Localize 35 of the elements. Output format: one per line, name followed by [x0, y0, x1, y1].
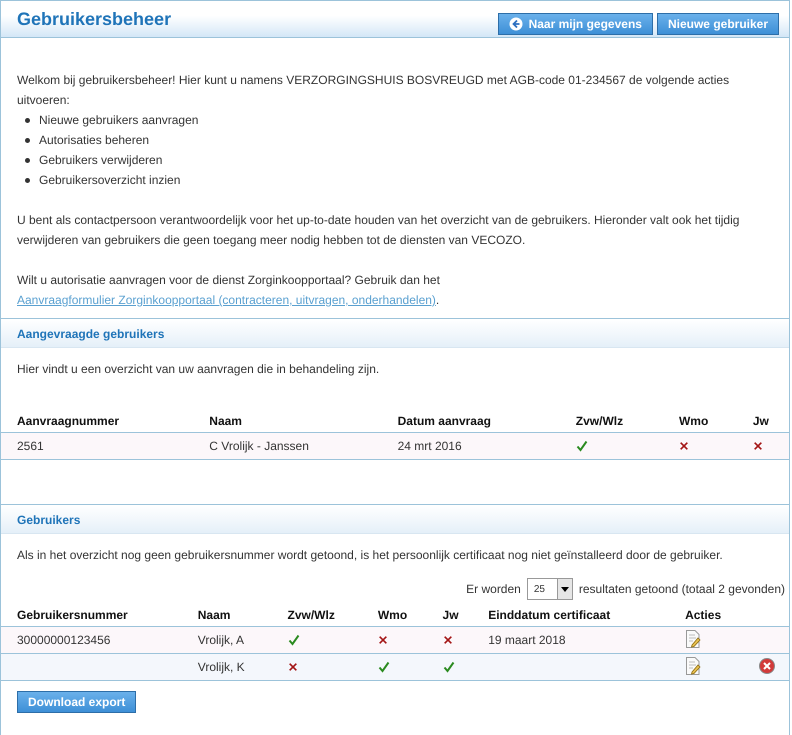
action-list-item: Nieuwe gebruikers aanvragen [39, 112, 198, 129]
download-export-button[interactable]: Download export [17, 691, 136, 713]
section-description: Hier vindt u een overzicht van uw aanvragen die in behandeling zijn. [17, 362, 380, 376]
back-button[interactable]: Naar mijn gegevens [498, 13, 653, 35]
section-title: Gebruikers [17, 513, 82, 527]
table-cell: Vrolijk, K [182, 654, 272, 680]
action-list-item: Gebruikersoverzicht inzien [39, 172, 180, 189]
authorization-text: Wilt u autorisatie aanvragen voor de dienst Zorginkoopportaal? Gebruik dan het Aanvraagformulier Zorginkoopportaal (contracteren, uitvragen, onderhandelen). [17, 272, 441, 309]
application-form-link[interactable]: Aanvraagformulier Zorginkoopportaal (contracteren, uitvragen, onderhandelen) [17, 293, 436, 307]
table-cell: 19 maart 2018 [488, 633, 566, 647]
section-description: Als in het overzicht nog geen gebruikersnummer wordt getoond, is het persoonlijk certificaat nog niet geïnstalleerd door de gebruiker. [17, 548, 724, 562]
paging-label: Er worden [466, 582, 521, 596]
bullet-icon [25, 138, 30, 142]
section-title: Aangevraagde gebruikers [17, 327, 166, 341]
table-cell: C Vrolijk - Janssen [193, 432, 382, 460]
bullet-icon [25, 158, 30, 162]
delete-icon[interactable] [759, 658, 776, 674]
caret-icon [560, 586, 569, 592]
page-size-select[interactable]: 25 [526, 578, 573, 600]
new-user-button[interactable]: Nieuwe gebruiker [656, 13, 779, 35]
edit-document-icon[interactable] [685, 630, 702, 648]
table-cell: 24 mrt 2016 [382, 432, 560, 460]
table-cell: Vrolijk, A [182, 626, 272, 654]
table-cell: 2561 [1, 432, 194, 460]
action-list-item: Gebruikers verwijderen [39, 152, 162, 169]
bullet-icon [25, 118, 30, 122]
page-title: Gebruikersbeheer [17, 8, 172, 30]
table-cell: 30000000123456 [17, 633, 110, 647]
edit-document-icon[interactable] [685, 656, 702, 674]
bullet-icon [25, 178, 30, 182]
back-arrow-icon [508, 17, 523, 31]
paging-label: resultaten getoond (totaal 2 gevonden) [578, 582, 785, 596]
action-list-item: Autorisaties beheren [39, 132, 150, 149]
responsibility-text: U bent als contactpersoon verantwoordelijk voor het up-to-date houden van het overzicht van de gebruikers. Hieronder valt ook het tijdig verwijderen van gebruikers die geen toegang meer nodig hebben tot de diensten van VECOZO. [17, 212, 740, 249]
intro-text: Welkom bij gebruikersbeheer! Hier kunt u namens VERZORGINGSHUIS BOSVREUGD met AGB-code 01-234567 de volgende acties uitvoeren: [17, 72, 730, 109]
